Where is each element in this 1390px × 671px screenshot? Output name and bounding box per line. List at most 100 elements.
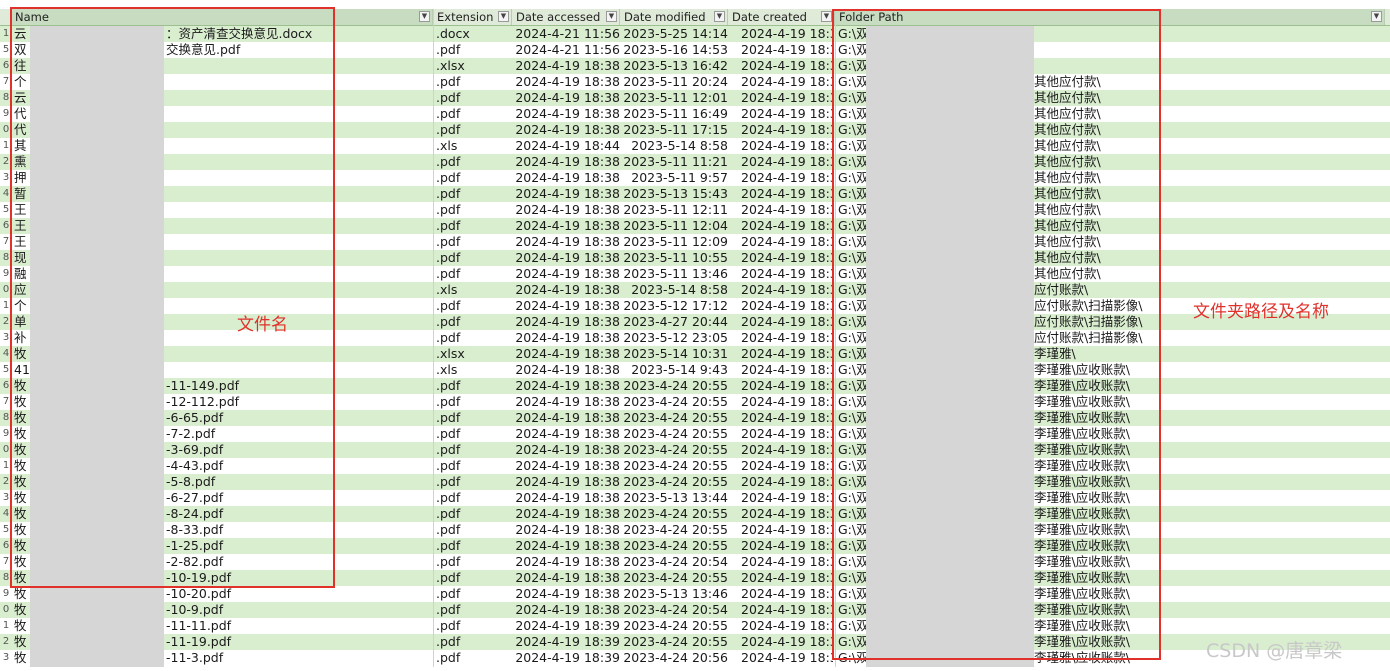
name-cell-prefix[interactable]: 牧	[14, 586, 30, 602]
date-modified-cell[interactable]: 2023-5-11 9:57	[620, 170, 728, 186]
date-accessed-cell[interactable]: 2024-4-19 18:38	[510, 266, 620, 282]
extension-cell[interactable]: .pdf	[436, 634, 506, 650]
date-created-cell[interactable]: 2024-4-19 18:38	[741, 282, 833, 298]
extension-cell[interactable]: .pdf	[436, 506, 506, 522]
date-created-cell[interactable]: 2024-4-19 18:38	[741, 346, 833, 362]
date-modified-cell[interactable]: 2023-5-11 20:24	[620, 74, 728, 90]
date-modified-cell[interactable]: 2023-4-27 20:44	[620, 314, 728, 330]
extension-cell[interactable]: .xls	[436, 282, 506, 298]
date-accessed-cell[interactable]: 2024-4-19 18:39	[510, 634, 620, 650]
date-modified-cell[interactable]: 2023-5-11 12:04	[620, 218, 728, 234]
extension-cell[interactable]: .pdf	[436, 330, 506, 346]
filter-dropdown-icon[interactable]: ▼	[1371, 11, 1382, 22]
date-accessed-cell[interactable]: 2024-4-19 18:38	[510, 106, 620, 122]
date-modified-cell[interactable]: 2023-5-11 12:11	[620, 202, 728, 218]
extension-cell[interactable]: .pdf	[436, 250, 506, 266]
header-date-created[interactable]: Date created ▼	[728, 9, 835, 25]
date-modified-cell[interactable]: 2023-4-24 20:55	[620, 634, 728, 650]
date-modified-cell[interactable]: 2023-4-24 20:55	[620, 394, 728, 410]
extension-cell[interactable]: .pdf	[436, 298, 506, 314]
date-accessed-cell[interactable]: 2024-4-19 18:44	[510, 138, 620, 154]
extension-cell[interactable]: .pdf	[436, 122, 506, 138]
date-modified-cell[interactable]: 2023-5-11 12:01	[620, 90, 728, 106]
date-accessed-cell[interactable]: 2024-4-19 18:38	[510, 90, 620, 106]
filter-dropdown-icon[interactable]: ▼	[606, 11, 617, 22]
date-created-cell[interactable]: 2024-4-19 18:38	[741, 634, 833, 650]
extension-cell[interactable]: .xlsx	[436, 58, 506, 74]
date-created-cell[interactable]: 2024-4-19 18:38	[741, 298, 833, 314]
date-created-cell[interactable]: 2024-4-19 18:38	[741, 458, 833, 474]
date-created-cell[interactable]: 2024-4-19 18:38	[741, 90, 833, 106]
date-modified-cell[interactable]: 2023-4-24 20:55	[620, 522, 728, 538]
date-modified-cell[interactable]: 2023-4-24 20:55	[620, 458, 728, 474]
name-cell-suffix[interactable]: -11-3.pdf	[166, 650, 334, 666]
date-accessed-cell[interactable]: 2024-4-19 18:38	[510, 362, 620, 378]
row-number[interactable]: 1	[0, 618, 12, 634]
filter-dropdown-icon[interactable]: ▼	[419, 11, 430, 22]
date-accessed-cell[interactable]: 2024-4-19 18:38	[510, 314, 620, 330]
date-accessed-cell[interactable]: 2024-4-19 18:38	[510, 426, 620, 442]
extension-cell[interactable]: .pdf	[436, 474, 506, 490]
date-accessed-cell[interactable]: 2024-4-19 18:38	[510, 154, 620, 170]
date-modified-cell[interactable]: 2023-5-14 8:58	[620, 138, 728, 154]
date-accessed-cell[interactable]: 2024-4-19 18:38	[510, 458, 620, 474]
date-modified-cell[interactable]: 2023-5-14 10:31	[620, 346, 728, 362]
date-accessed-cell[interactable]: 2024-4-19 18:38	[510, 218, 620, 234]
name-cell-suffix[interactable]: -10-20.pdf	[166, 586, 334, 602]
date-created-cell[interactable]: 2024-4-19 18:38	[741, 538, 833, 554]
date-modified-cell[interactable]: 2023-4-24 20:56	[620, 650, 728, 666]
extension-cell[interactable]: .pdf	[436, 106, 506, 122]
extension-cell[interactable]: .xlsx	[436, 346, 506, 362]
date-created-cell[interactable]: 2024-4-19 18:38	[741, 554, 833, 570]
date-created-cell[interactable]: 2024-4-19 18:38	[741, 506, 833, 522]
date-accessed-cell[interactable]: 2024-4-19 18:38	[510, 410, 620, 426]
date-accessed-cell[interactable]: 2024-4-19 18:38	[510, 522, 620, 538]
date-created-cell[interactable]: 2024-4-19 18:38	[741, 442, 833, 458]
extension-cell[interactable]: .pdf	[436, 570, 506, 586]
date-modified-cell[interactable]: 2023-5-13 16:42	[620, 58, 728, 74]
extension-cell[interactable]: .pdf	[436, 394, 506, 410]
date-accessed-cell[interactable]: 2024-4-19 18:38	[510, 298, 620, 314]
extension-cell[interactable]: .pdf	[436, 650, 506, 666]
date-modified-cell[interactable]: 2023-5-11 12:09	[620, 234, 728, 250]
date-accessed-cell[interactable]: 2024-4-19 18:38	[510, 378, 620, 394]
date-modified-cell[interactable]: 2023-4-24 20:55	[620, 618, 728, 634]
extension-cell[interactable]: .pdf	[436, 538, 506, 554]
extension-cell[interactable]: .pdf	[436, 234, 506, 250]
extension-cell[interactable]: .pdf	[436, 314, 506, 330]
date-created-cell[interactable]: 2024-4-19 18:38	[741, 234, 833, 250]
name-cell-prefix[interactable]: 牧	[14, 602, 30, 618]
extension-cell[interactable]: .pdf	[436, 490, 506, 506]
date-created-cell[interactable]: 2024-4-19 18:38	[741, 218, 833, 234]
date-accessed-cell[interactable]: 2024-4-21 11:56	[510, 42, 620, 58]
extension-cell[interactable]: .pdf	[436, 154, 506, 170]
date-created-cell[interactable]: 2024-4-19 18:38	[741, 250, 833, 266]
extension-cell[interactable]: .pdf	[436, 74, 506, 90]
name-cell-suffix[interactable]: -11-11.pdf	[166, 618, 334, 634]
date-created-cell[interactable]: 2024-4-19 18:38	[741, 474, 833, 490]
row-number[interactable]: 0	[0, 602, 12, 618]
date-created-cell[interactable]: 2024-4-19 18:38	[741, 122, 833, 138]
date-created-cell[interactable]: 2024-4-19 18:38	[741, 410, 833, 426]
date-modified-cell[interactable]: 2023-4-24 20:54	[620, 602, 728, 618]
extension-cell[interactable]: .pdf	[436, 202, 506, 218]
date-accessed-cell[interactable]: 2024-4-19 18:38	[510, 170, 620, 186]
date-modified-cell[interactable]: 2023-5-13 13:46	[620, 586, 728, 602]
date-accessed-cell[interactable]: 2024-4-19 18:38	[510, 234, 620, 250]
date-created-cell[interactable]: 2024-4-19 18:38	[741, 26, 833, 42]
extension-cell[interactable]: .pdf	[436, 442, 506, 458]
extension-cell[interactable]: .pdf	[436, 586, 506, 602]
date-created-cell[interactable]: 2024-4-19 18:38	[741, 138, 833, 154]
date-created-cell[interactable]: 2024-4-19 18:38	[741, 330, 833, 346]
date-accessed-cell[interactable]: 2024-4-19 18:39	[510, 618, 620, 634]
extension-cell[interactable]: .pdf	[436, 426, 506, 442]
extension-cell[interactable]: .pdf	[436, 186, 506, 202]
date-modified-cell[interactable]: 2023-4-24 20:55	[620, 426, 728, 442]
date-accessed-cell[interactable]: 2024-4-19 18:38	[510, 490, 620, 506]
date-modified-cell[interactable]: 2023-4-24 20:55	[620, 474, 728, 490]
date-created-cell[interactable]: 2024-4-19 18:38	[741, 394, 833, 410]
extension-cell[interactable]: .pdf	[436, 378, 506, 394]
date-created-cell[interactable]: 2024-4-19 18:38	[741, 362, 833, 378]
extension-cell[interactable]: .pdf	[436, 170, 506, 186]
date-modified-cell[interactable]: 2023-5-11 10:55	[620, 250, 728, 266]
